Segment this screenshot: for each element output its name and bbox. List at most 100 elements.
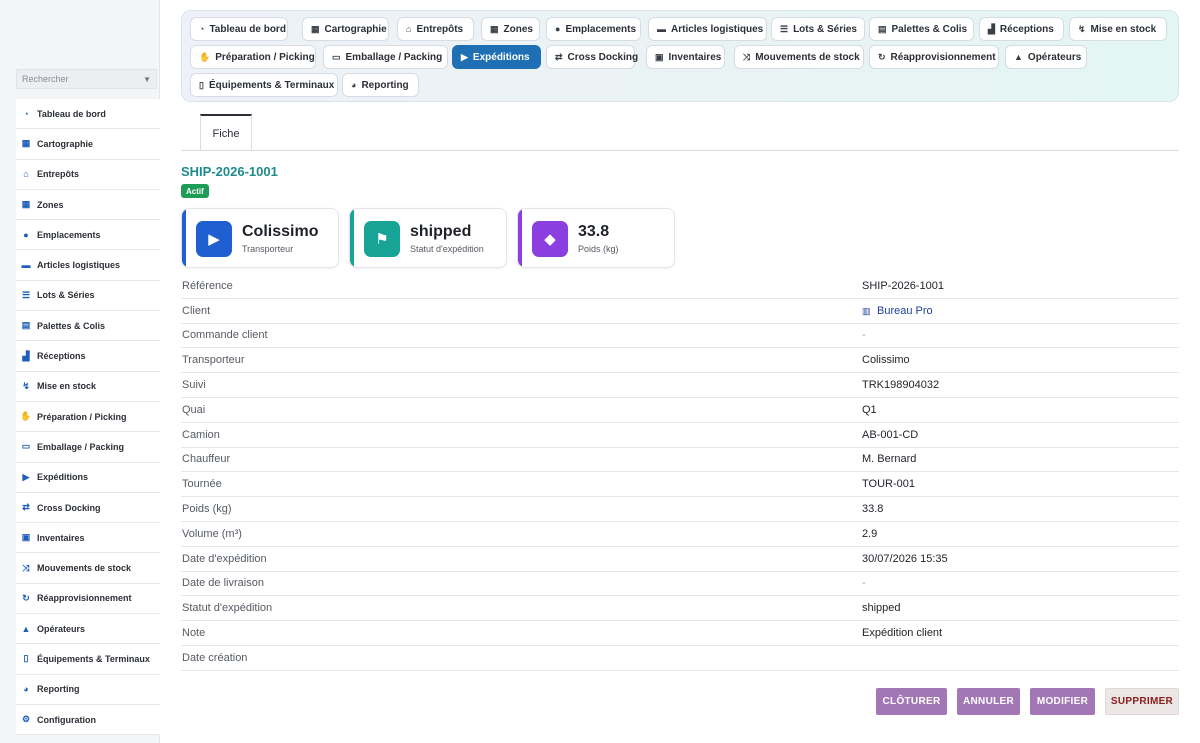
field-label: Commande client: [182, 329, 268, 342]
table-row: Camion AB-001-CD: [181, 423, 1179, 448]
clipboard-icon: ▣: [655, 51, 664, 62]
sidebar-item-mobile[interactable]: ▯ Équipements & Terminaux: [16, 644, 160, 675]
sidebar-item-package[interactable]: ▭ Emballage / Packing: [16, 432, 160, 463]
tab-package[interactable]: ▭ Emballage / Packing: [323, 45, 448, 69]
tab-pie-chart[interactable]: ◕ Reporting: [342, 73, 419, 97]
sidebar-item-label: Cross Docking: [37, 502, 101, 513]
sidebar-item-label: Réapprovisionnement: [37, 593, 132, 604]
tab-map[interactable]: ▦ Cartographie: [302, 17, 389, 41]
sidebar-item-clipboard[interactable]: ▣ Inventaires: [16, 523, 160, 554]
tab-refresh[interactable]: ↻ Réapprovisionnement: [869, 45, 999, 69]
hard-hat-icon: ▲: [21, 623, 31, 634]
field-label: Date d'expédition: [182, 552, 267, 565]
tab-dolly[interactable]: ↯ Mise en stock: [1069, 17, 1167, 41]
field-value-text: 2.9: [862, 527, 878, 540]
field-value: -: [862, 329, 866, 341]
tab-label: Emballage / Packing: [345, 51, 443, 63]
map-pin-icon: ●: [555, 24, 561, 34]
box-icon: ▬: [657, 24, 666, 34]
kpi-value: Colissimo: [242, 223, 319, 240]
tab-truck-loading[interactable]: ▟ Réceptions: [979, 17, 1064, 41]
sidebar-item-dashboard[interactable]: ◔ Tableau de bord: [16, 99, 160, 130]
tab-map-pin[interactable]: ● Emplacements: [546, 17, 641, 41]
tab-fiche[interactable]: Fiche: [200, 114, 252, 151]
field-value: 33.8: [862, 503, 883, 515]
sidebar-item-box[interactable]: ▬ Articles logistiques: [16, 250, 160, 281]
table-row: Note Expédition client: [181, 621, 1179, 646]
flag-icon: ⚑: [364, 221, 400, 257]
sidebar-item-dolly[interactable]: ↯ Mise en stock: [16, 371, 160, 402]
sidebar-item-map-pin[interactable]: ● Emplacements: [16, 220, 160, 251]
sidebar-item-warehouse[interactable]: ⌂ Entrepôts: [16, 159, 160, 190]
tab-mobile[interactable]: ▯ Équipements & Terminaux: [190, 73, 338, 97]
field-label: Quai: [182, 403, 206, 416]
edit-button[interactable]: MODIFIER: [1030, 688, 1095, 715]
tab-label: Opérateurs: [1027, 51, 1082, 63]
sidebar-item-exchange[interactable]: ⇄ Cross Docking: [16, 492, 160, 524]
sidebar-item-pie-chart[interactable]: ◕ Reporting: [16, 674, 160, 705]
tab-shuffle[interactable]: ⤨ Mouvements de stock: [734, 45, 864, 69]
delete-button[interactable]: SUPPRIMER: [1105, 688, 1179, 715]
pallet-icon: ▤: [878, 23, 887, 34]
tab-warehouse[interactable]: ⌂ Entrepôts: [397, 17, 474, 41]
sidebar-item-shuffle[interactable]: ⤨ Mouvements de stock: [16, 553, 160, 584]
sidebar-item-hand[interactable]: ✋ Préparation / Picking: [16, 401, 160, 433]
sidebar-item-refresh[interactable]: ↻ Réapprovisionnement: [16, 583, 160, 615]
map-pin-icon: ●: [23, 229, 29, 240]
refresh-icon: ↻: [878, 51, 886, 62]
mobile-icon: ▯: [23, 653, 29, 664]
tab-truck[interactable]: ▶ Expéditions: [452, 45, 541, 69]
shuffle-icon: ⤨: [22, 562, 30, 573]
client-link[interactable]: ▥ Bureau Pro: [862, 305, 933, 317]
tab-grid[interactable]: ▦ Zones: [481, 17, 540, 41]
sidebar-item-map[interactable]: ▦ Cartographie: [16, 129, 160, 160]
search-select[interactable]: Rechercher ▼: [16, 69, 157, 89]
sidebar-nav: ◔ Tableau de bord ▦ Cartographie ⌂ Entrepôts ▦…: [16, 99, 160, 736]
main-content: ◔ Tableau de bord ▦ Cartographie ⌂ Entrepôts ▦…: [160, 0, 1200, 743]
tab-label: Mise en stock: [1090, 23, 1157, 35]
pie-chart-icon: ◕: [23, 684, 29, 695]
sidebar-item-gear[interactable]: ⚙ Configuration: [16, 704, 160, 736]
sidebar-item-truck[interactable]: ▶ Expéditions: [16, 462, 160, 493]
field-value-text: TRK198904032: [862, 379, 940, 392]
field-value-text: Colissimo: [862, 354, 910, 367]
page-title: SHIP-2026-1001: [181, 164, 278, 179]
sidebar-item-label: Entrepôts: [37, 169, 80, 180]
refresh-icon: ↻: [22, 592, 30, 603]
sidebar-item-label: Préparation / Picking: [37, 411, 127, 422]
tab-hand[interactable]: ✋ Préparation / Picking: [190, 45, 316, 69]
field-value-text: Bureau Pro: [877, 304, 933, 317]
sidebar-item-label: Tableau de bord: [37, 108, 106, 119]
map-icon: ▦: [21, 138, 31, 149]
sidebar-item-label: Reporting: [37, 684, 80, 695]
table-row: Client ▥ Bureau Pro: [181, 299, 1179, 324]
hard-hat-icon: ▲: [1014, 52, 1023, 62]
table-row: Date d'expédition 30/07/2026 15:35: [181, 547, 1179, 572]
close-button[interactable]: CLÔTURER: [876, 688, 947, 715]
kpi-card: ◆ 33.8 Poids (kg): [517, 208, 675, 268]
sidebar-item-list[interactable]: ☰ Lots & Séries: [16, 280, 160, 312]
chevron-down-icon[interactable]: ▼: [143, 75, 151, 84]
sidebar-item-hard-hat[interactable]: ▲ Opérateurs: [16, 614, 160, 645]
tab-hard-hat[interactable]: ▲ Opérateurs: [1005, 45, 1087, 69]
sidebar-item-label: Réceptions: [37, 351, 86, 362]
tab-label: Zones: [503, 23, 533, 35]
tab-label: Préparation / Picking: [215, 51, 315, 63]
tab-fiche-label: Fiche: [212, 127, 240, 140]
tab-exchange[interactable]: ⇄ Cross Docking: [546, 45, 638, 69]
pie-chart-icon: ◕: [351, 80, 357, 90]
tab-pallet[interactable]: ▤ Palettes & Colis: [869, 17, 974, 41]
sidebar-item-truck-loading[interactable]: ▟ Réceptions: [16, 341, 160, 372]
tab-list[interactable]: ☰ Lots & Séries: [771, 17, 865, 41]
truck-loading-icon: ▟: [988, 23, 995, 34]
tab-dashboard[interactable]: ◔ Tableau de bord: [190, 17, 288, 41]
tab-box[interactable]: ▬ Articles logistiques: [648, 17, 767, 41]
field-label: Date de livraison: [182, 577, 264, 590]
sidebar-item-label: Configuration: [37, 714, 96, 725]
field-label: Date création: [182, 651, 248, 664]
sidebar-item-pallet[interactable]: ▤ Palettes & Colis: [16, 311, 160, 342]
sidebar-item-grid[interactable]: ▦ Zones: [16, 189, 160, 221]
field-value-text: 33.8: [862, 503, 884, 516]
tab-clipboard[interactable]: ▣ Inventaires: [646, 45, 725, 69]
cancel-button[interactable]: ANNULER: [957, 688, 1020, 715]
